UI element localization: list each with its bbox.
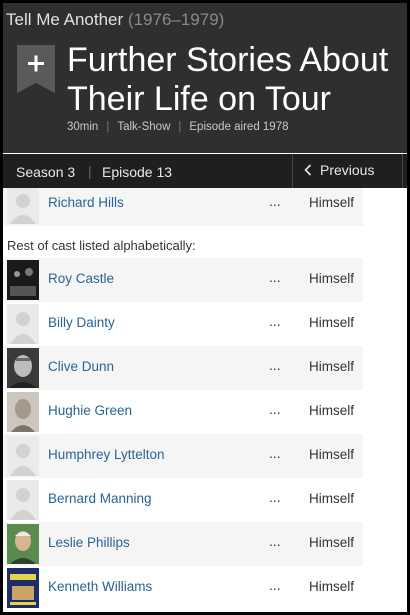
cast-photo[interactable] (7, 348, 39, 388)
cast-name-link[interactable]: Hughie Green (48, 403, 132, 418)
episode-navbar: Season 3 | Episode 13 Previous (3, 154, 407, 188)
cast-row: Humphrey Lyttelton ... Himself (3, 434, 363, 478)
cast-row: Richard Hills ... Himself (3, 188, 363, 226)
cast-row: Billy Dainty ... Himself (3, 302, 363, 346)
cast-character: Himself (309, 315, 355, 330)
cast-list: Richard Hills ... Himself Rest of cast l… (3, 188, 363, 610)
person-placeholder-icon (7, 436, 39, 476)
cast-photo[interactable] (7, 392, 39, 432)
nav-divider (292, 154, 293, 188)
cast-name-link[interactable]: Richard Hills (48, 195, 124, 210)
chevron-left-icon (304, 164, 312, 176)
air-date[interactable]: Episode aired 1978 (189, 121, 288, 133)
cast-dots: ... (269, 269, 281, 285)
cast-character: Himself (309, 447, 355, 462)
cast-character: Himself (309, 579, 355, 594)
episode-number: Episode 13 (102, 164, 173, 180)
cast-photo[interactable] (7, 524, 39, 564)
cast-character: Himself (309, 359, 355, 374)
previous-label: Previous (320, 162, 375, 178)
cast-photo-placeholder[interactable] (7, 304, 39, 344)
cast-dots: ... (269, 577, 281, 593)
cast-character: Himself (309, 271, 355, 286)
cast-name-link[interactable]: Humphrey Lyttelton (48, 447, 165, 462)
cast-row: Hughie Green ... Himself (3, 390, 363, 434)
cast-dots: ... (269, 445, 281, 461)
cast-photo[interactable] (7, 260, 39, 300)
show-title-link[interactable]: Tell Me Another (6, 10, 123, 29)
cast-photo[interactable] (7, 568, 39, 608)
episode-meta: 30min | Talk-Show | Episode aired 1978 (67, 121, 289, 133)
genre-link[interactable]: Talk-Show (117, 121, 170, 133)
episode-header: Tell Me Another (1976–1979) Further Stor… (3, 3, 407, 153)
rest-of-cast-note: Rest of cast listed alphabetically: (3, 226, 363, 258)
person-placeholder-icon (7, 304, 39, 344)
cast-name-link[interactable]: Leslie Phillips (48, 535, 130, 550)
season-link[interactable]: Season 3 (16, 164, 75, 180)
cast-dots: ... (269, 193, 281, 209)
cast-name-link[interactable]: Clive Dunn (48, 359, 114, 374)
cast-name-link[interactable]: Roy Castle (48, 271, 114, 286)
cast-name-link[interactable]: Kenneth Williams (48, 579, 152, 594)
nav-divider (402, 154, 403, 188)
cast-row: Bernard Manning ... Himself (3, 478, 363, 522)
show-title-line: Tell Me Another (1976–1979) (6, 10, 224, 30)
previous-episode-button[interactable]: Previous (304, 162, 374, 178)
person-placeholder-icon (7, 188, 39, 224)
cast-character: Himself (309, 535, 355, 550)
episode-title: Further Stories About Their Life on Tour (67, 41, 389, 118)
cast-dots: ... (269, 401, 281, 417)
cast-dots: ... (269, 533, 281, 549)
cast-photo-placeholder[interactable] (7, 436, 39, 476)
cast-dots: ... (269, 489, 281, 505)
cast-row: Leslie Phillips ... Himself (3, 522, 363, 566)
cast-row: Kenneth Williams ... Himself (3, 566, 363, 610)
nav-separator: | (88, 163, 92, 179)
person-placeholder-icon (7, 480, 39, 520)
runtime: 30min (67, 121, 99, 133)
cast-character: Himself (309, 491, 355, 506)
cast-row: Roy Castle ... Himself (3, 258, 363, 302)
page-frame: Tell Me Another (1976–1979) Further Stor… (3, 3, 407, 612)
cast-photo-placeholder[interactable] (7, 480, 39, 520)
show-years: (1976–1979) (127, 10, 225, 29)
cast-character: Himself (309, 195, 355, 210)
cast-name-link[interactable]: Billy Dainty (48, 315, 115, 330)
cast-dots: ... (269, 313, 281, 329)
cast-photo-placeholder[interactable] (7, 188, 39, 224)
cast-row: Clive Dunn ... Himself (3, 346, 363, 390)
bookmark-plus-icon (17, 45, 55, 93)
cast-name-link[interactable]: Bernard Manning (48, 491, 152, 506)
cast-character: Himself (309, 403, 355, 418)
cast-dots: ... (269, 357, 281, 373)
add-to-watchlist-button[interactable] (17, 45, 55, 93)
rest-of-cast-label: Rest of cast listed alphabetically: (7, 238, 196, 253)
